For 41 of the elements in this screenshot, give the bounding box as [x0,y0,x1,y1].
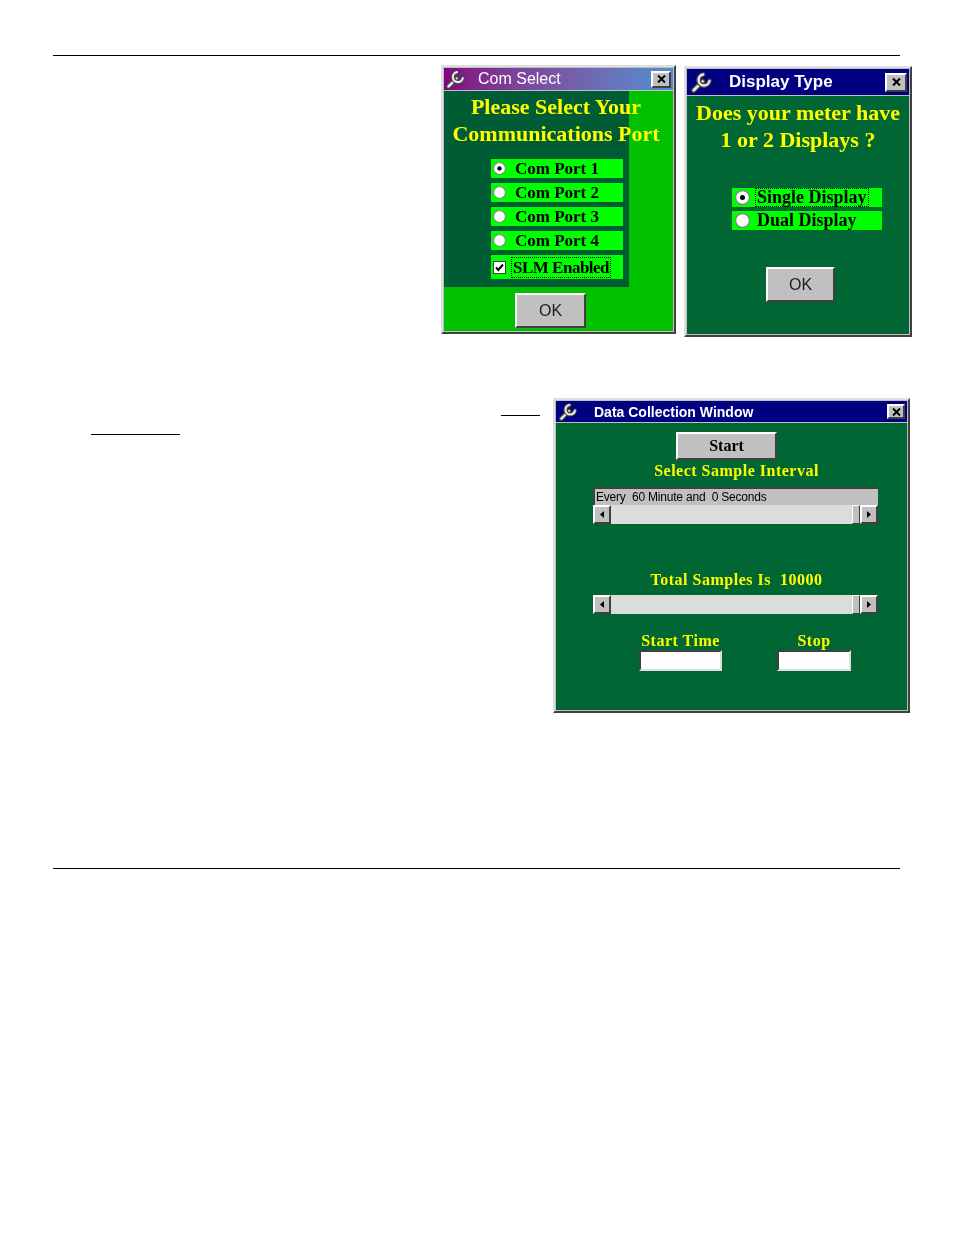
interval-label: Select Sample Interval [654,462,819,480]
total-samples-label: Total Samples Is 10000 [650,571,823,589]
input-field[interactable] [639,650,722,671]
close-icon [891,407,901,416]
wrench-icon [559,402,578,421]
close-icon [891,78,901,86]
left-arrow-icon [600,601,604,608]
scroll-right-button[interactable] [860,595,878,614]
dialog-heading: Please Select Your Communications Port [451,93,661,147]
slider-thumb[interactable] [852,595,860,614]
right-arrow-icon [867,601,871,608]
close-button[interactable] [885,72,907,92]
left-arrow-icon [600,511,604,518]
window-title: Display Type [729,72,833,92]
close-button[interactable] [887,404,905,419]
slider-thumb[interactable] [852,505,860,524]
close-button[interactable] [651,70,671,88]
radio-option[interactable]: Com Port 2 [491,183,623,202]
ok-button[interactable]: OK [515,293,586,328]
input-field[interactable] [777,650,851,671]
right-arrow-icon [867,511,871,518]
field-label: Stop [797,632,831,650]
window-title: Data Collection Window [594,402,754,421]
checkbox-option[interactable]: SLM Enabled [491,255,623,279]
scroll-left-button[interactable] [593,595,611,614]
ok-button[interactable]: OK [766,267,835,302]
scroll-left-button[interactable] [593,505,611,524]
start-button[interactable]: Start [676,432,777,460]
radio-option[interactable]: Single Display [732,188,882,207]
dialog-heading: Does your meter have 1 or 2 Displays ? [695,99,901,153]
wrench-icon [446,69,466,89]
scroll-right-button[interactable] [860,505,878,524]
radio-option[interactable]: Com Port 4 [491,231,623,250]
radio-option[interactable]: Com Port 1 [491,159,623,178]
radio-option[interactable]: Dual Display [732,211,882,230]
radio-option[interactable]: Com Port 3 [491,207,623,226]
close-icon [656,75,666,83]
window-title: Com Select [478,69,561,89]
wrench-icon [691,71,713,93]
interval-readout: Every 60 Minute and 0 Seconds [593,487,878,505]
field-label: Start Time [641,632,720,650]
